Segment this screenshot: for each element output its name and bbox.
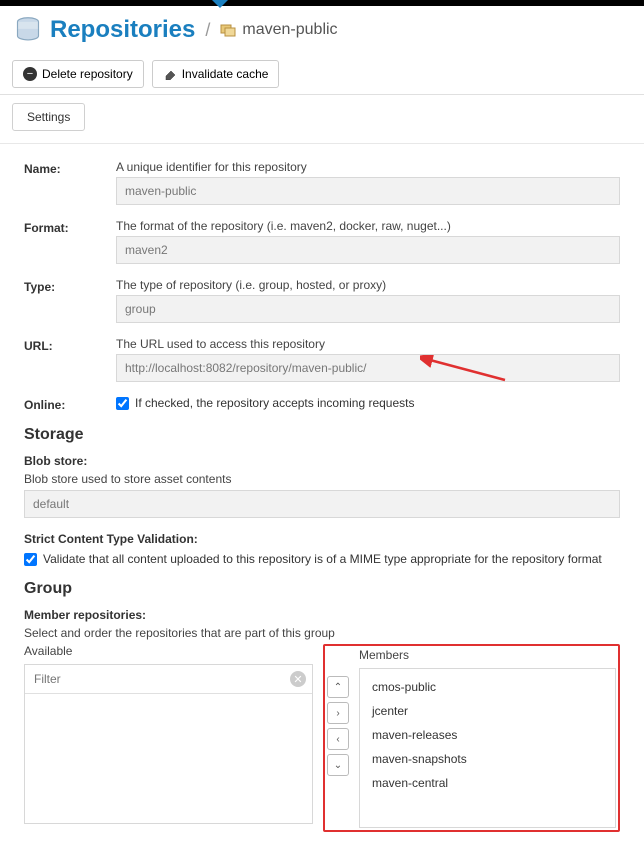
available-label: Available bbox=[24, 644, 313, 658]
name-hint: A unique identifier for this repository bbox=[116, 160, 620, 174]
member-item[interactable]: maven-central bbox=[360, 771, 615, 795]
tab-settings[interactable]: Settings bbox=[12, 103, 85, 131]
blob-store-hint: Blob store used to store asset contents bbox=[24, 472, 620, 486]
name-input bbox=[116, 177, 620, 205]
member-item[interactable]: maven-releases bbox=[360, 723, 615, 747]
blob-store-label: Blob store: bbox=[24, 454, 620, 468]
minus-circle-icon: − bbox=[23, 67, 37, 81]
members-list[interactable]: cmos-public jcenter maven-releases maven… bbox=[359, 668, 616, 828]
annotation-arrow-icon bbox=[420, 355, 510, 385]
group-section-title: Group bbox=[24, 580, 620, 598]
strict-validation-label: Strict Content Type Validation: bbox=[24, 532, 620, 546]
delete-repository-button[interactable]: − Delete repository bbox=[12, 60, 144, 88]
move-down-button[interactable]: ⌄ bbox=[327, 754, 349, 776]
members-label: Members bbox=[359, 648, 616, 662]
url-label: URL: bbox=[24, 337, 116, 353]
toolbar: − Delete repository Invalidate cache bbox=[0, 54, 644, 95]
available-list[interactable]: ✕ bbox=[24, 664, 313, 824]
member-repos-hint: Select and order the repositories that a… bbox=[24, 626, 620, 640]
type-label: Type: bbox=[24, 278, 116, 294]
member-item[interactable]: maven-snapshots bbox=[360, 747, 615, 771]
format-hint: The format of the repository (i.e. maven… bbox=[116, 219, 620, 233]
blob-store-input bbox=[24, 490, 620, 518]
move-up-button[interactable]: ⌃ bbox=[327, 676, 349, 698]
move-right-button[interactable]: › bbox=[327, 702, 349, 724]
page-header: Repositories / maven-public bbox=[0, 6, 644, 54]
breadcrumb-repo-name: maven-public bbox=[242, 21, 337, 39]
database-icon bbox=[14, 16, 42, 44]
url-input bbox=[116, 354, 620, 382]
format-input bbox=[116, 236, 620, 264]
url-hint: The URL used to access this repository bbox=[116, 337, 620, 351]
clear-filter-icon[interactable]: ✕ bbox=[290, 671, 306, 687]
available-filter-input[interactable] bbox=[31, 669, 290, 689]
storage-section-title: Storage bbox=[24, 426, 620, 444]
online-checkbox[interactable] bbox=[116, 397, 129, 410]
strict-validation-checkbox[interactable] bbox=[24, 553, 37, 566]
repo-group-icon bbox=[220, 22, 236, 38]
format-label: Format: bbox=[24, 219, 116, 235]
member-item[interactable]: jcenter bbox=[360, 699, 615, 723]
online-checkbox-label: If checked, the repository accepts incom… bbox=[135, 396, 414, 410]
type-hint: The type of repository (i.e. group, host… bbox=[116, 278, 620, 292]
invalidate-cache-button[interactable]: Invalidate cache bbox=[152, 60, 280, 88]
member-item[interactable]: cmos-public bbox=[360, 675, 615, 699]
member-repos-label: Member repositories: bbox=[24, 608, 620, 622]
name-label: Name: bbox=[24, 160, 116, 176]
eraser-icon bbox=[163, 68, 177, 80]
type-input bbox=[116, 295, 620, 323]
online-label: Online: bbox=[24, 396, 116, 412]
page-title: Repositories bbox=[50, 16, 195, 44]
move-left-button[interactable]: ‹ bbox=[327, 728, 349, 750]
strict-validation-text: Validate that all content uploaded to th… bbox=[43, 552, 602, 566]
breadcrumb-separator: / bbox=[205, 20, 210, 41]
